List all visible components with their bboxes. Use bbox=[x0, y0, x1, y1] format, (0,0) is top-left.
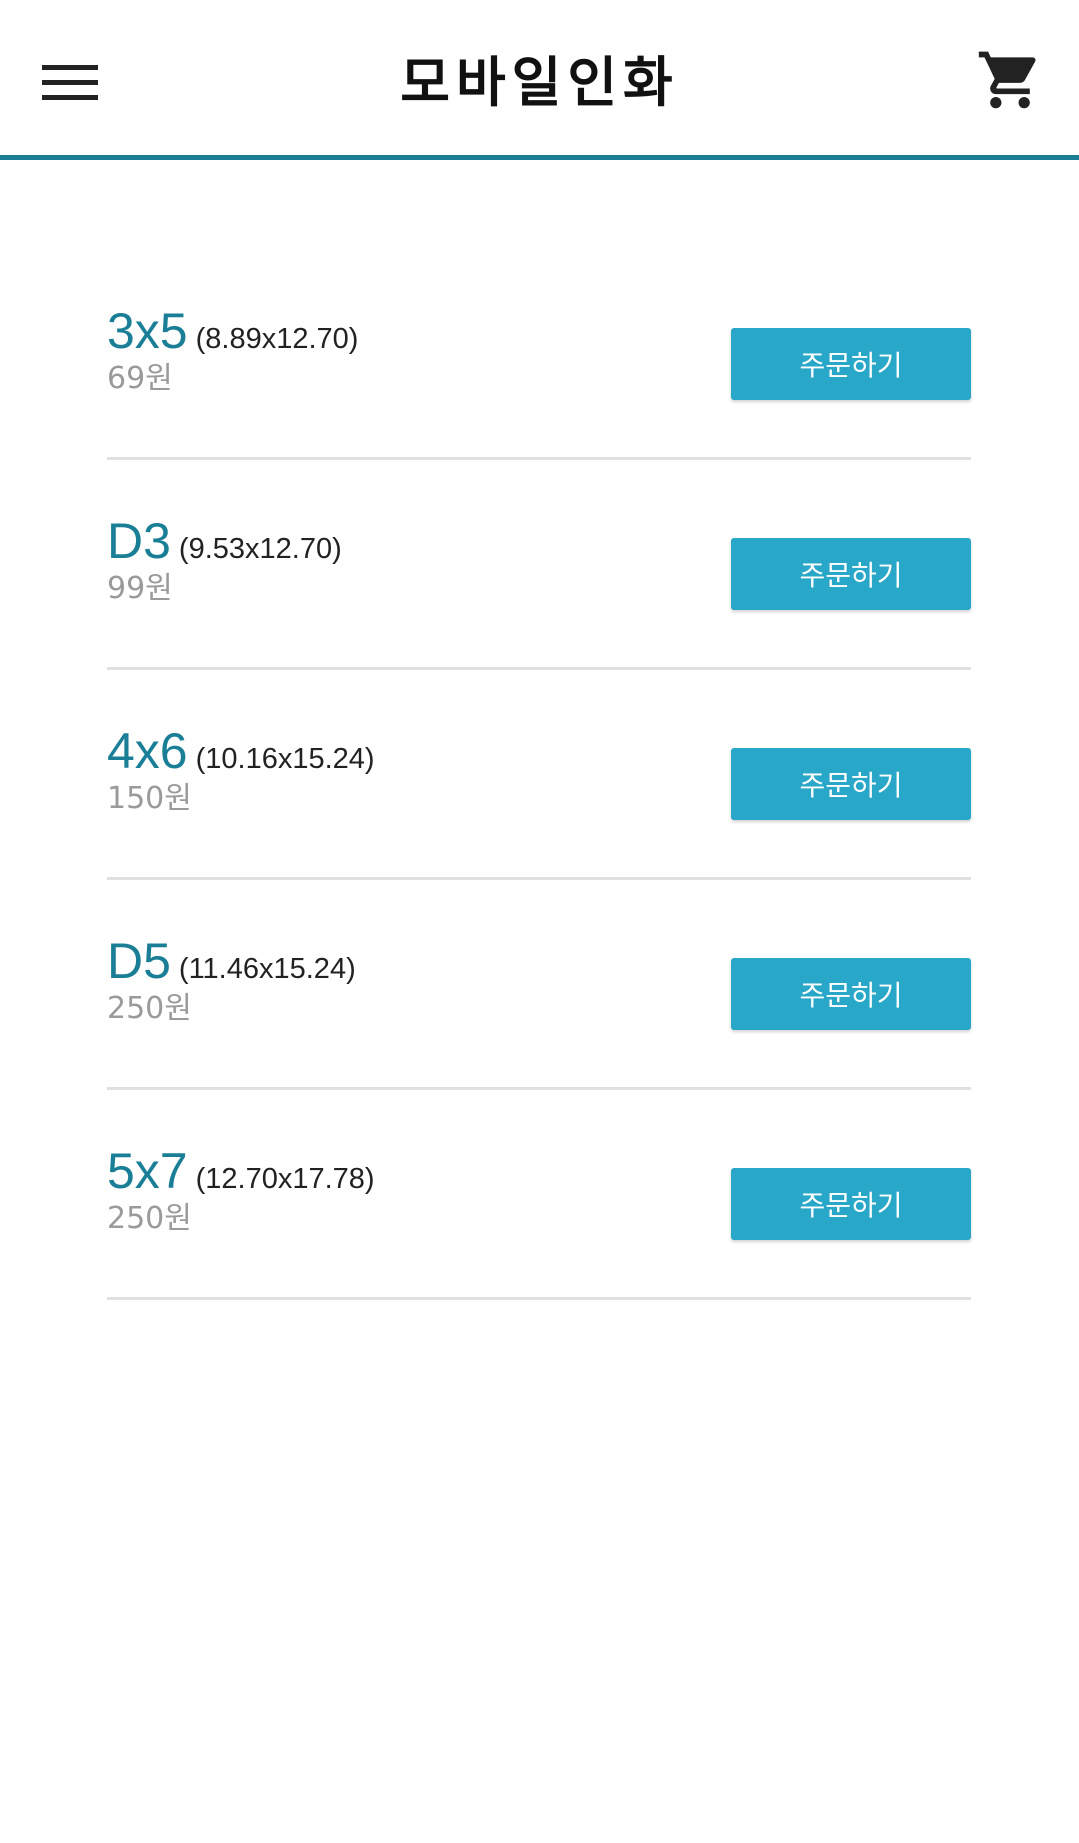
app-title: 모바일인화 bbox=[400, 51, 679, 114]
shopping-cart-icon bbox=[978, 51, 1036, 109]
product-dimensions: (9.53x12.70) bbox=[178, 533, 342, 565]
order-button[interactable]: 주문하기 bbox=[731, 1168, 971, 1240]
order-button[interactable]: 주문하기 bbox=[731, 958, 971, 1030]
product-price: 69원 bbox=[107, 361, 173, 396]
cart-button[interactable] bbox=[965, 40, 1055, 120]
product-list: 3x5 (8.89x12.70) 69원 주문하기 D3 (9.53x12.70) … bbox=[107, 250, 971, 1300]
product-row: D3 (9.53x12.70) 99원 주문하기 bbox=[107, 460, 971, 670]
product-price: 150원 bbox=[107, 781, 192, 816]
product-dimensions: (8.89x12.70) bbox=[195, 323, 359, 355]
product-size-label: 4x6 bbox=[107, 723, 188, 779]
product-price: 250원 bbox=[107, 991, 192, 1026]
product-size-label: 5x7 bbox=[107, 1143, 188, 1199]
product-row: 4x6 (10.16x15.24) 150원 주문하기 bbox=[107, 670, 971, 880]
product-size-group: D3 (9.53x12.70) bbox=[107, 516, 342, 566]
order-button[interactable]: 주문하기 bbox=[731, 328, 971, 400]
product-row: D5 (11.46x15.24) 250원 주문하기 bbox=[107, 880, 971, 1090]
product-row: 5x7 (12.70x17.78) 250원 주문하기 bbox=[107, 1090, 971, 1300]
product-size-label: D5 bbox=[107, 933, 171, 989]
product-size-label: D3 bbox=[107, 513, 171, 569]
product-size-group: 4x6 (10.16x15.24) bbox=[107, 726, 375, 776]
product-dimensions: (12.70x17.78) bbox=[195, 1163, 375, 1195]
order-button[interactable]: 주문하기 bbox=[731, 538, 971, 610]
product-row: 3x5 (8.89x12.70) 69원 주문하기 bbox=[107, 250, 971, 460]
product-dimensions: (10.16x15.24) bbox=[195, 743, 375, 775]
product-size-group: D5 (11.46x15.24) bbox=[107, 936, 356, 986]
product-size-group: 3x5 (8.89x12.70) bbox=[107, 306, 358, 356]
product-price: 250원 bbox=[107, 1201, 192, 1236]
app-bar: 모바일인화 bbox=[0, 0, 1079, 160]
product-price: 99원 bbox=[107, 571, 173, 606]
product-size-label: 3x5 bbox=[107, 303, 188, 359]
order-button[interactable]: 주문하기 bbox=[731, 748, 971, 820]
product-size-group: 5x7 (12.70x17.78) bbox=[107, 1146, 375, 1196]
product-dimensions: (11.46x15.24) bbox=[178, 953, 356, 985]
